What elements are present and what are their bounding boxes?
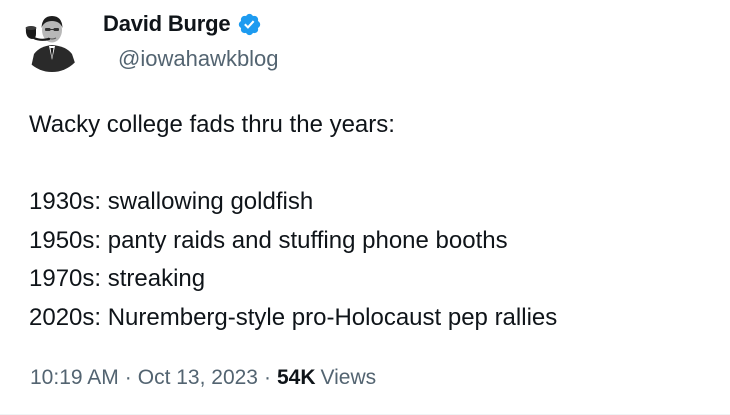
tweet-text: Wacky college fads thru the years: 1930s… [29, 106, 719, 337]
meta-separator: · [263, 366, 271, 389]
display-name[interactable]: David Burge [103, 11, 231, 37]
tweet-line: 2020s: Nuremberg-style pro-Holocaust pep… [29, 303, 558, 331]
display-name-row[interactable]: David Burge [103, 11, 262, 37]
tweet-line: 1950s: panty raids and stuffing phone bo… [29, 226, 508, 254]
tweet-line: Wacky college fads thru the years: [29, 111, 395, 138]
tweet-date[interactable]: Oct 13, 2023 [138, 366, 258, 390]
tweet-card: David Burge @iowahawkblog Wacky college … [0, 0, 730, 415]
tweet-line: 1970s: streaking [29, 265, 206, 292]
author-avatar[interactable] [20, 8, 84, 72]
views-label[interactable]: Views [321, 366, 377, 390]
portrait-avatar-icon [25, 16, 78, 72]
tweet-time[interactable]: 10:19 AM [30, 366, 119, 390]
verified-badge-icon [239, 13, 261, 35]
views-count[interactable]: 54K [277, 366, 316, 390]
meta-separator: · [124, 366, 132, 389]
tweet-metadata: 10:19 AM · Oct 13, 2023 · 54K Views [30, 366, 376, 390]
tweet-line: 1930s: swallowing goldfish [29, 188, 314, 215]
author-handle[interactable]: @iowahawkblog [118, 46, 279, 72]
